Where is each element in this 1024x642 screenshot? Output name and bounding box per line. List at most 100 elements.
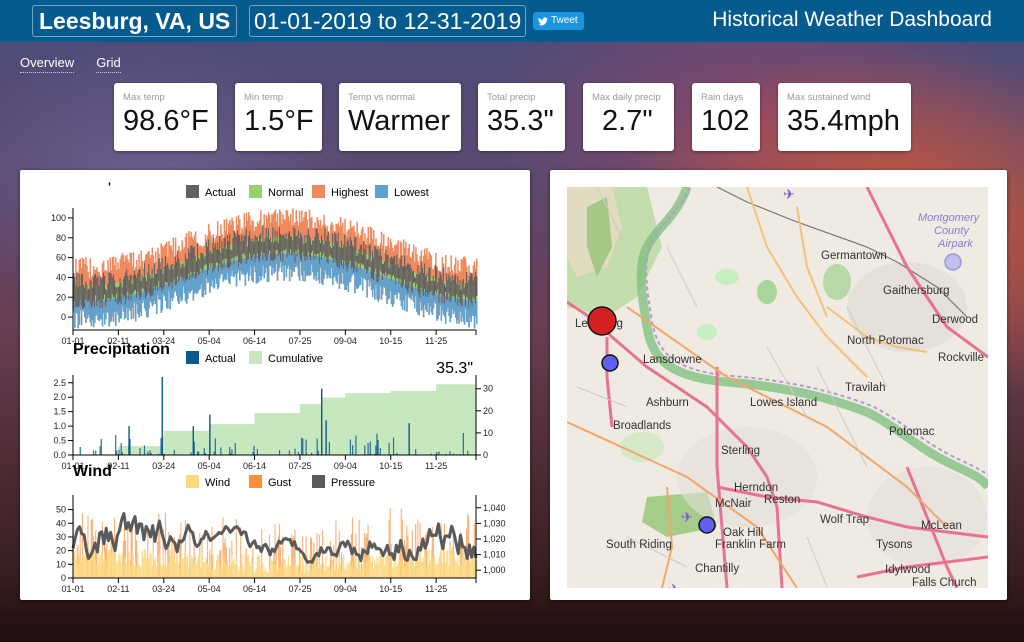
wind-bar (266, 572, 268, 578)
wind-bar (257, 555, 260, 578)
precip-bar (369, 441, 371, 455)
wind-bar (242, 564, 244, 578)
station-marker[interactable] (698, 516, 716, 534)
wind-bar (326, 566, 328, 578)
wind-bar (448, 565, 450, 578)
x-tick-label: 05-04 (198, 584, 221, 594)
wind-bar (156, 567, 158, 578)
wind-bar (357, 557, 359, 578)
legend-swatch-pressure (312, 475, 325, 488)
legend-label-highest: Highest (331, 187, 368, 199)
wind-bar (317, 567, 319, 578)
wind-bar (392, 567, 395, 578)
precip-bar (256, 448, 258, 455)
wind-bar (244, 554, 246, 578)
date-range-selector[interactable]: 01-01-2019 to 12-31-2019 (249, 5, 527, 37)
x-tick-label: 10-15 (379, 336, 402, 346)
wind-bar (115, 552, 117, 578)
wind-bar (414, 565, 416, 578)
precip-bar (116, 450, 118, 455)
wind-bar (418, 561, 420, 578)
x-tick-label: 11-25 (425, 584, 447, 594)
precip-bar (355, 435, 357, 455)
wind-bar (81, 553, 84, 578)
wind-bar (284, 559, 286, 578)
map-panel: ✈ ✈ ✈ Leesburg Lansdowne Ashburn Broadla… (550, 170, 1007, 600)
legend-swatch-precip-cumulative (249, 351, 262, 364)
wind-bar (276, 570, 278, 578)
wind-bar (98, 549, 100, 578)
wind-bar (180, 557, 182, 578)
wind-bar (316, 566, 318, 578)
wind-bar (222, 560, 224, 578)
wind-bar (153, 559, 156, 578)
wind-bar (174, 561, 177, 578)
tweet-button[interactable]: Tweet (533, 12, 584, 30)
tab-grid[interactable]: Grid (96, 55, 121, 73)
wind-bar (460, 565, 462, 578)
wind-bar (150, 554, 152, 578)
wind-bar (225, 565, 227, 578)
wind-bar (365, 562, 367, 578)
precip-bar (197, 451, 199, 455)
wind-bar (252, 562, 254, 578)
wind-bar (419, 553, 421, 578)
station-marker[interactable] (601, 354, 619, 372)
wind-bar (287, 555, 289, 578)
wind-bar (146, 558, 148, 578)
wind-bar (97, 563, 99, 578)
wind-bar (384, 565, 386, 578)
precip-bar (161, 377, 163, 455)
wind-bar (345, 569, 347, 578)
wind-bar (283, 558, 285, 578)
wind-bar (118, 553, 120, 578)
wind-bar (428, 549, 430, 578)
stat-card-total-precip: Total precip 35.3" (478, 83, 565, 151)
wind-bar (446, 551, 448, 578)
wind-bar (443, 548, 446, 578)
wind-bar (303, 564, 305, 578)
wind-bar (405, 559, 407, 578)
wind-bar (468, 561, 470, 578)
tab-overview[interactable]: Overview (20, 55, 75, 73)
wind-bar (349, 560, 351, 578)
precip-bar (379, 448, 381, 455)
location-selector[interactable]: Leesburg, VA, US (32, 5, 238, 37)
precip-bar (462, 432, 464, 455)
map-label-lowes-island: Lowes Island (750, 397, 817, 409)
wind-bar (82, 553, 85, 578)
wind-bar (255, 567, 257, 578)
wind-bar (401, 560, 404, 578)
wind-bar (123, 557, 126, 578)
map-view[interactable]: ✈ ✈ ✈ Leesburg Lansdowne Ashburn Broadla… (567, 187, 988, 588)
wind-bar (270, 557, 272, 578)
stat-value: 35.3" (487, 105, 554, 137)
wind-bar (117, 560, 119, 578)
wind-bar (437, 563, 439, 578)
map-label-tysons: Tysons (876, 539, 913, 551)
map-label-ashburn: Ashburn (646, 397, 689, 409)
wind-bar (274, 554, 276, 578)
wind-bar (452, 555, 454, 578)
wind-bar (74, 551, 76, 578)
wind-bar (376, 556, 378, 578)
precip-bar (234, 443, 236, 455)
stat-value: 1.5°F (244, 105, 314, 137)
wind-bar (294, 564, 296, 578)
wind-bar (451, 546, 453, 578)
wind-bar (245, 562, 247, 578)
temp-legend: Actual Normal Highest Lowest (186, 185, 429, 199)
wind-bar (137, 551, 139, 578)
stat-card-max-temp: Max temp 98.6°F (114, 83, 217, 151)
wind-bar (130, 565, 132, 578)
wind-bar (319, 565, 322, 578)
precip-bar (367, 442, 369, 455)
wind-bar (311, 570, 313, 578)
temperature-bars (73, 208, 478, 329)
y-tick-label: 2.0 (53, 392, 66, 402)
wind-bar (189, 553, 191, 578)
station-marker-leesburg[interactable] (587, 306, 617, 336)
wind-bar (219, 562, 221, 578)
precip-bar (213, 451, 215, 455)
station-marker[interactable] (944, 253, 962, 271)
